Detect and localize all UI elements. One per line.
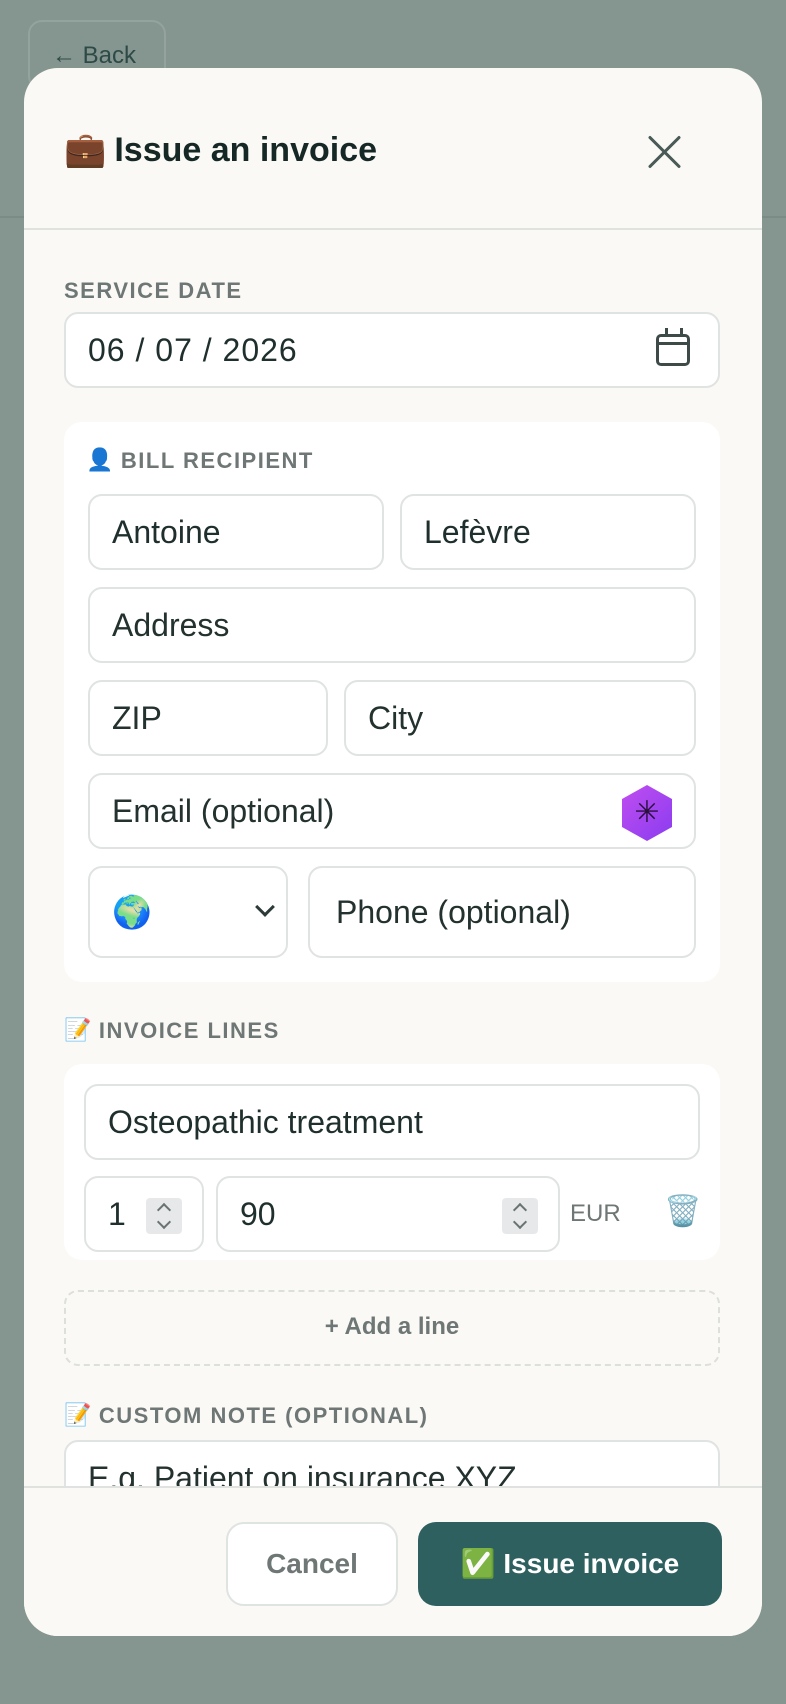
phone-placeholder: Phone (optional) (336, 893, 571, 930)
memo-icon: 📝 (64, 1403, 93, 1428)
line-currency: EUR (570, 1200, 621, 1227)
invoice-lines-label-text: INVOICE LINES (98, 1018, 280, 1043)
invoice-line-card: Osteopathic treatment 1 90 EUR 🗑️ (64, 1064, 720, 1260)
issue-invoice-button[interactable]: ✅ Issue invoice (418, 1522, 722, 1606)
briefcase-icon: 💼 (64, 130, 107, 170)
email-input[interactable]: Email (optional) ✳ (88, 773, 696, 849)
trash-icon[interactable]: 🗑️ (664, 1194, 701, 1229)
custom-note-label: 📝 CUSTOM NOTE (OPTIONAL) (64, 1403, 429, 1429)
check-mark-icon: ✅ (460, 1547, 496, 1580)
service-date-input[interactable]: 06 / 07 / 2026 (64, 312, 720, 388)
line-price-input[interactable]: 90 (216, 1176, 560, 1252)
line-quantity-value: 1 (108, 1195, 126, 1232)
bill-recipient-label: 👤 BILL RECIPIENT (86, 448, 314, 474)
modal-footer: Cancel ✅ Issue invoice (24, 1486, 762, 1636)
service-date-value: 06 / 07 / 2026 (88, 331, 298, 368)
add-line-button[interactable]: + Add a line (64, 1290, 720, 1366)
service-date-label: SERVICE DATE (64, 278, 243, 303)
issue-invoice-label: Issue invoice (503, 1548, 680, 1579)
quantity-stepper[interactable] (146, 1198, 182, 1234)
calendar-icon[interactable] (656, 328, 690, 366)
invoice-lines-label: 📝 INVOICE LINES (64, 1018, 280, 1044)
modal-title-text: Issue an invoice (114, 130, 378, 169)
address-input[interactable]: Address (88, 587, 696, 663)
price-stepper[interactable] (502, 1198, 538, 1234)
custom-note-label-text: CUSTOM NOTE (OPTIONAL) (98, 1403, 429, 1428)
city-input[interactable]: City (344, 680, 696, 756)
city-placeholder: City (368, 699, 424, 736)
first-name-value: Antoine (112, 513, 221, 550)
ai-autofill-icon[interactable]: ✳ (622, 785, 672, 841)
bill-recipient-label-text: BILL RECIPIENT (120, 448, 314, 473)
line-description-input[interactable]: Osteopathic treatment (84, 1084, 700, 1160)
first-name-input[interactable]: Antoine (88, 494, 384, 570)
close-icon[interactable] (646, 134, 682, 170)
zip-input[interactable]: ZIP (88, 680, 328, 756)
line-price-value: 90 (240, 1195, 276, 1232)
last-name-value: Lefèvre (424, 513, 531, 550)
chevron-down-icon (255, 897, 275, 917)
last-name-input[interactable]: Lefèvre (400, 494, 696, 570)
memo-icon: 📝 (64, 1018, 93, 1043)
modal-header: 💼 Issue an invoice (24, 68, 762, 230)
zip-placeholder: ZIP (112, 699, 162, 736)
line-quantity-input[interactable]: 1 (84, 1176, 204, 1252)
email-placeholder: Email (optional) (112, 792, 335, 829)
line-description-value: Osteopathic treatment (108, 1103, 423, 1140)
country-code-select[interactable]: 🌍 (88, 866, 288, 958)
cancel-button[interactable]: Cancel (226, 1522, 398, 1606)
bill-recipient-card: 👤 BILL RECIPIENT Antoine Lefèvre Address… (64, 422, 720, 982)
phone-input[interactable]: Phone (optional) (308, 866, 696, 958)
modal-title: 💼 Issue an invoice (64, 130, 377, 170)
address-placeholder: Address (112, 606, 230, 643)
globe-icon: 🌍 (112, 893, 152, 931)
person-icon: 👤 (86, 448, 115, 473)
invoice-modal: 💼 Issue an invoice SERVICE DATE 06 / 07 … (24, 68, 762, 1636)
